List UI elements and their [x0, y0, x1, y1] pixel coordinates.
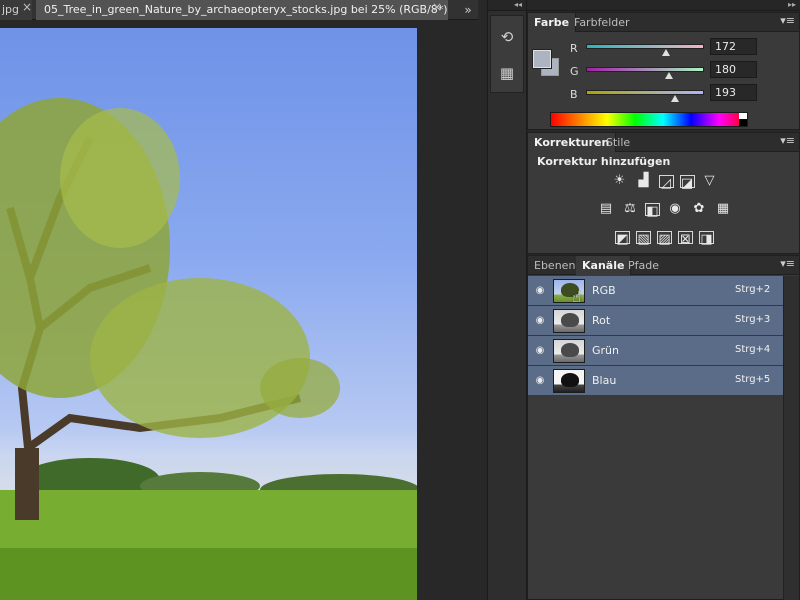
- invert-icon[interactable]: ◩: [615, 231, 630, 247]
- channel-label-b: B: [570, 88, 578, 101]
- adjustment-icon-row-2: ▤ ⚖ ◧ ◉ ✿ ▦: [528, 201, 800, 219]
- channels-scrollbar[interactable]: [783, 276, 799, 600]
- channel-shortcut: Strg+4: [735, 344, 771, 355]
- thumbnail-tree: [561, 343, 579, 357]
- document-area: jpg × 05_Tree_in_green_Nature_by_archaeo…: [0, 0, 478, 600]
- slider-thumb-g[interactable]: [665, 72, 674, 79]
- adjustments-title: Korrektur hinzufügen: [537, 155, 671, 168]
- visibility-eye-icon[interactable]: ◉: [533, 284, 547, 298]
- brightness-contrast-icon[interactable]: ☀: [611, 173, 629, 189]
- channel-thumbnail: [553, 339, 585, 363]
- document-tab-bar: jpg × 05_Tree_in_green_Nature_by_archaeo…: [0, 0, 478, 20]
- color-row-r: R 172: [528, 38, 800, 58]
- color-panel: Farbe Farbfelder ▾≡ R 172 G 180 B 193: [527, 12, 800, 130]
- channel-thumbnail: [553, 369, 585, 393]
- hue-saturation-icon[interactable]: ▤: [597, 201, 615, 217]
- tab-stile[interactable]: Stile: [600, 133, 636, 152]
- photoshop-window: jpg × 05_Tree_in_green_Nature_by_archaeo…: [0, 0, 800, 600]
- channel-shortcut: Strg+2: [735, 284, 771, 295]
- adjustments-panel-tabs: Korrekturen Stile ▾≡: [528, 133, 799, 152]
- curves-icon[interactable]: ◿: [658, 175, 674, 191]
- gradient-map-icon[interactable]: ◨: [699, 231, 714, 247]
- channels-panel-tabs: Ebenen Kanäle Pfade ▾≡: [528, 256, 799, 275]
- close-icon[interactable]: ×: [22, 0, 32, 14]
- color-panel-tabs: Farbe Farbfelder ▾≡: [528, 13, 799, 32]
- document-tab-active-label: 05_Tree_in_green_Nature_by_archaeopteryx…: [44, 3, 448, 16]
- channel-mixer-icon[interactable]: ✿: [690, 201, 708, 217]
- channel-row-rot[interactable]: ◉ Rot Strg+3: [528, 306, 784, 336]
- channel-label-g: G: [570, 65, 579, 78]
- slider-r[interactable]: [586, 44, 704, 49]
- color-row-b: B 193: [528, 84, 800, 104]
- thumbnail-tree: [561, 313, 579, 327]
- visibility-eye-icon[interactable]: ◉: [533, 314, 547, 328]
- slider-b[interactable]: [586, 90, 704, 95]
- tabs-overflow-icon[interactable]: »: [458, 0, 478, 20]
- channel-thumbnail: [553, 309, 585, 333]
- threshold-icon[interactable]: ▨: [657, 231, 672, 247]
- panels-column: ▸▸ Farbe Farbfelder ▾≡ R 172 G 180 B 193…: [527, 0, 800, 600]
- tab-farbfelder[interactable]: Farbfelder: [568, 13, 636, 32]
- panels-collapse-icon[interactable]: ▸▸: [527, 0, 800, 11]
- black-swatch[interactable]: [739, 119, 747, 126]
- photo-filter-icon[interactable]: ◉: [666, 201, 684, 217]
- slider-thumb-b[interactable]: [671, 95, 680, 102]
- channel-label-r: R: [570, 42, 578, 55]
- image-canvas[interactable]: [0, 28, 417, 600]
- value-field-r[interactable]: 172: [710, 38, 757, 55]
- value-field-b[interactable]: 193: [710, 84, 757, 101]
- exposure-icon[interactable]: ◪: [679, 175, 695, 191]
- value-field-g[interactable]: 180: [710, 61, 757, 78]
- color-balance-icon[interactable]: ⚖: [621, 201, 639, 217]
- document-tab-active[interactable]: 05_Tree_in_green_Nature_by_archaeopteryx…: [36, 0, 448, 20]
- black-white-icon[interactable]: ◧: [645, 203, 660, 219]
- slider-thumb-r[interactable]: [661, 49, 670, 56]
- visibility-eye-icon[interactable]: ◉: [533, 374, 547, 388]
- channels-list: ◉ ☝ RGB Strg+2 ◉ Rot Strg+3 ◉ Grün Strg+…: [528, 276, 784, 396]
- channel-name: Blau: [592, 374, 617, 387]
- tab-pfade[interactable]: Pfade: [622, 256, 665, 275]
- hand-cursor-icon: ☝: [572, 288, 582, 306]
- thumbnail-tree: [561, 373, 579, 387]
- channel-name: Rot: [592, 314, 611, 327]
- panel-menu-icon[interactable]: ▾≡: [780, 134, 795, 147]
- vibrance-icon[interactable]: ▽: [701, 173, 719, 189]
- selective-color-icon[interactable]: ⊠: [678, 231, 693, 247]
- color-row-g: G 180: [528, 61, 800, 81]
- adjustment-icon-row-1: ☀ ▟ ◿ ◪ ▽: [528, 173, 800, 191]
- channel-row-rgb[interactable]: ◉ ☝ RGB Strg+2: [528, 276, 784, 306]
- panel-menu-icon[interactable]: ▾≡: [780, 257, 795, 270]
- color-lookup-icon[interactable]: ▦: [714, 201, 732, 217]
- visibility-eye-icon[interactable]: ◉: [533, 344, 547, 358]
- tree-photo: [0, 98, 417, 600]
- history-icon[interactable]: ⟲: [491, 22, 523, 52]
- channel-row-blau[interactable]: ◉ Blau Strg+5: [528, 366, 784, 396]
- dock-button-group: ⟲ ▦: [490, 15, 524, 93]
- close-icon[interactable]: ×: [432, 0, 442, 14]
- adjustment-icon-row-3: ◩ ▧ ▨ ⊠ ◨: [528, 229, 800, 247]
- slider-g[interactable]: [586, 67, 704, 72]
- collapsed-panel-dock: ◂◂ ⟲ ▦: [487, 0, 527, 600]
- properties-icon[interactable]: ▦: [491, 58, 523, 88]
- dock-collapse-icon[interactable]: ◂◂: [488, 0, 526, 11]
- posterize-icon[interactable]: ▧: [636, 231, 651, 247]
- channels-panel: Ebenen Kanäle Pfade ▾≡ ◉ ☝ RGB Strg+2 ◉ …: [527, 255, 800, 600]
- levels-icon[interactable]: ▟: [635, 173, 653, 189]
- panel-menu-icon[interactable]: ▾≡: [780, 14, 795, 27]
- channel-name: Grün: [592, 344, 619, 357]
- channel-name: RGB: [592, 284, 616, 297]
- document-tab-previous-label: jpg: [2, 3, 20, 16]
- channel-row-gruen[interactable]: ◉ Grün Strg+4: [528, 336, 784, 366]
- channel-shortcut: Strg+5: [735, 374, 771, 385]
- tab-ebenen[interactable]: Ebenen: [528, 256, 581, 275]
- channel-shortcut: Strg+3: [735, 314, 771, 325]
- color-spectrum-ramp[interactable]: [550, 112, 748, 127]
- adjustments-panel: Korrekturen Stile ▾≡ Korrektur hinzufüge…: [527, 132, 800, 254]
